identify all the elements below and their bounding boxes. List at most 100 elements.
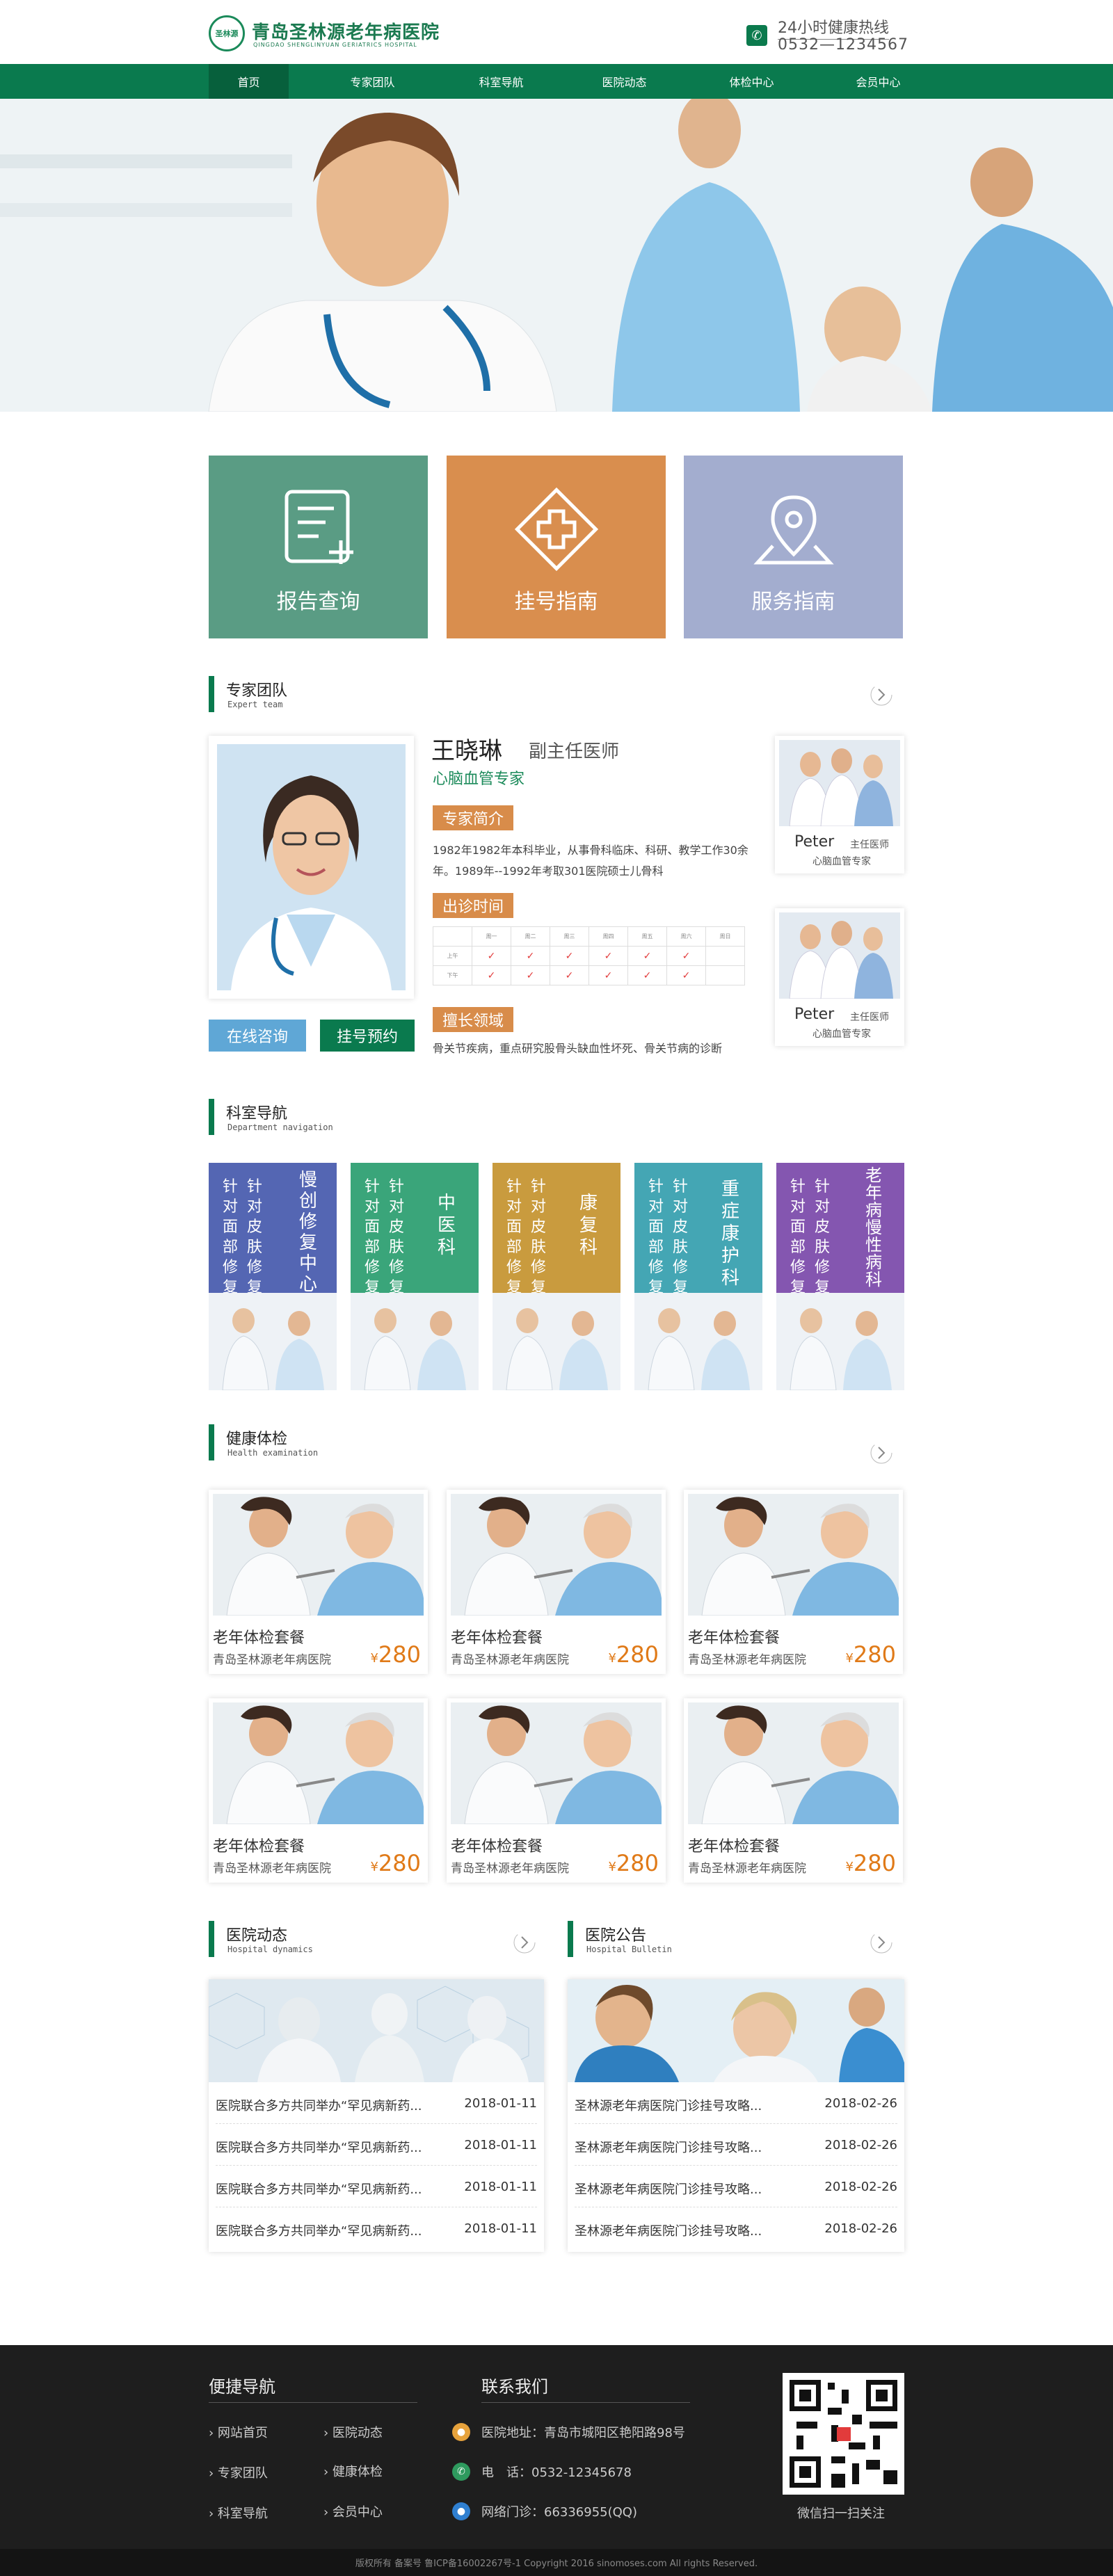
footer-contact-title: 联系我们 [481, 2377, 548, 2397]
news-item-title: 医院联合多方共同举办“罕见病新药... [216, 2182, 422, 2197]
dept-desc: 针对皮肤修复 [815, 1178, 831, 1296]
package-photo [688, 1494, 899, 1616]
dept-card[interactable]: 针对面部修复 针对皮肤修复 中医科 [351, 1163, 479, 1390]
qq-icon: ● [452, 2502, 470, 2520]
package-card[interactable]: 老年体检套餐 青岛圣林源老年病医院 ¥280 [684, 1490, 903, 1674]
nav-item-checkup[interactable]: 体检中心 [712, 64, 792, 99]
bulletin-item[interactable]: 圣林源老年病医院门诊挂号攻略... 2018-02-26 [575, 2082, 897, 2124]
footer-link[interactable]: › 专家团队 [209, 2463, 268, 2481]
schedule-day: 周三 [550, 926, 589, 947]
package-photo [451, 1494, 662, 1616]
package-photo [688, 1702, 899, 1824]
report-query-card[interactable]: 报告查询 [209, 456, 428, 638]
package-card[interactable]: 老年体检套餐 青岛圣林源老年病医院 ¥280 [447, 1490, 666, 1674]
site-title[interactable]: 青岛圣林源老年病医院 [252, 18, 440, 44]
site-header: 圣林源 青岛圣林源老年病医院 QINGDAO SHENGLINYUAN GERI… [0, 0, 1113, 64]
dynamics-subtitle: Hospital dynamics [227, 1945, 313, 1954]
schedule-mark: ✓ [472, 946, 511, 966]
dept-card[interactable]: 针对面部修复 针对皮肤修复 康复科 [493, 1163, 620, 1390]
news-item[interactable]: 医院联合多方共同举办“罕见病新药... 2018-01-11 [216, 2207, 537, 2249]
schedule-mark: ✓ [550, 946, 589, 966]
bulletin-title: 医院公告 [585, 1927, 647, 1945]
phone-icon: ✆ [452, 2463, 470, 2481]
more-arrow-icon[interactable] [513, 1931, 536, 1954]
more-arrow-icon[interactable] [870, 1931, 893, 1954]
footer-link[interactable]: › 会员中心 [323, 2502, 383, 2520]
dept-card[interactable]: 针对面部修复 针对皮肤修复 重症康护科 [634, 1163, 762, 1390]
dept-photo [493, 1293, 620, 1390]
footer-link[interactable]: › 健康体检 [323, 2462, 383, 2480]
dept-desc: 针对皮肤修复 [673, 1178, 689, 1296]
news-item[interactable]: 医院联合多方共同举办“罕见病新药... 2018-01-11 [216, 2124, 537, 2166]
dept-card[interactable]: 针对面部修复 针对皮肤修复 慢创修复中心 [209, 1163, 337, 1390]
side-doctor-rank: 主任医师 [850, 839, 889, 851]
news-item-date: 2018-01-11 [464, 2180, 537, 2194]
dept-name: 中医科 [438, 1193, 456, 1258]
nav-item-experts[interactable]: 专家团队 [333, 64, 413, 99]
package-price-value: 280 [853, 1850, 896, 1876]
dept-card[interactable]: 针对面部修复 针对皮肤修复 老年病慢性病科 [776, 1163, 904, 1390]
schedule-day: 周四 [588, 926, 628, 947]
footer-quick-title: 便捷导航 [209, 2377, 275, 2397]
footer-link[interactable]: › 网站首页 [209, 2423, 268, 2441]
package-card[interactable]: 老年体检套餐 青岛圣林源老年病医院 ¥280 [209, 1698, 428, 1883]
bulletin-item-title: 圣林源老年病医院门诊挂号攻略... [575, 2141, 762, 2155]
more-arrow-icon[interactable] [870, 1441, 893, 1465]
consult-button[interactable]: 在线咨询 [209, 1020, 306, 1052]
schedule-day: 周日 [705, 926, 745, 947]
footer-link-label: 专家团队 [217, 2466, 268, 2481]
dynamics-title: 医院动态 [226, 1927, 288, 1945]
nav-item-home[interactable]: 首页 [209, 64, 289, 99]
logo-icon[interactable]: 圣林源 [209, 15, 245, 51]
news-item[interactable]: 医院联合多方共同举办“罕见病新药... 2018-01-11 [216, 2166, 537, 2207]
package-card[interactable]: 老年体检套餐 青岛圣林源老年病医院 ¥280 [447, 1698, 666, 1883]
bulletin-item-date: 2018-02-26 [824, 2180, 897, 2194]
location-icon: ● [452, 2423, 470, 2441]
dept-name: 重症康护科 [721, 1179, 740, 1289]
news-item[interactable]: 医院联合多方共同举办“罕见病新药... 2018-01-11 [216, 2082, 537, 2124]
hero-banner[interactable] [0, 99, 1113, 412]
service-guide-card[interactable]: 服务指南 [684, 456, 903, 638]
footer-link-label: 网站首页 [217, 2426, 268, 2440]
news-item-date: 2018-01-11 [464, 2096, 537, 2111]
location-pin-icon [753, 495, 834, 565]
side-doctor-card[interactable]: Peter 主任医师 心脑血管专家 [775, 908, 904, 1046]
field-tag: 擅长领域 [433, 1007, 514, 1032]
nav-item-departments[interactable]: 科室导航 [461, 64, 541, 99]
health-section-subtitle: Health examination [227, 1448, 319, 1458]
schedule-mark [705, 965, 745, 985]
package-card[interactable]: 老年体检套餐 青岛圣林源老年病医院 ¥280 [684, 1698, 903, 1883]
package-currency: ¥ [608, 1651, 616, 1666]
bulletin-item[interactable]: 圣林源老年病医院门诊挂号攻略... 2018-02-26 [575, 2166, 897, 2207]
package-price: ¥280 [608, 1641, 659, 1668]
dept-card-header: 针对面部修复 针对皮肤修复 康复科 [493, 1163, 620, 1296]
nav-item-member[interactable]: 会员中心 [838, 64, 918, 99]
side-doctor-name: Peter [794, 833, 835, 851]
package-card[interactable]: 老年体检套餐 青岛圣林源老年病医院 ¥280 [209, 1490, 428, 1674]
side-doctor-card[interactable]: Peter 主任医师 心脑血管专家 [775, 736, 904, 874]
expert-field: 骨关节疾病，重点研究股骨头缺血性坏死、骨关节病的诊断 [433, 1042, 723, 1055]
dept-desc: 针对面部修复 [223, 1178, 239, 1296]
bulletin-item[interactable]: 圣林源老年病医院门诊挂号攻略... 2018-02-26 [575, 2124, 897, 2166]
footer-link[interactable]: › 医院动态 [323, 2423, 383, 2441]
schedule-day: 周六 [666, 926, 706, 947]
footer-link[interactable]: › 科室导航 [209, 2504, 268, 2522]
bulletin-photo[interactable] [568, 1979, 904, 2082]
registration-guide-card[interactable]: 挂号指南 [447, 456, 666, 638]
package-title: 老年体检套餐 [688, 1629, 780, 1647]
dynamics-photo[interactable] [209, 1979, 544, 2082]
package-price-value: 280 [616, 1850, 659, 1876]
dept-section-title: 科室导航 [226, 1105, 288, 1122]
bulletin-item[interactable]: 圣林源老年病医院门诊挂号攻略... 2018-02-26 [575, 2207, 897, 2249]
nav-item-news[interactable]: 医院动态 [584, 64, 664, 99]
expert-photo-card[interactable] [209, 736, 414, 999]
qr-caption: 微信扫一扫关注 [797, 2506, 885, 2521]
site-footer: 便捷导航 › 网站首页 › 医院动态 › 专家团队 › 健康体检 › 科室导航 … [0, 2345, 1113, 2576]
package-title: 老年体检套餐 [213, 1838, 305, 1855]
expert-photo [217, 744, 406, 990]
dynamics-box: 医院联合多方共同举办“罕见病新药... 2018-01-11 医院联合多方共同举办… [209, 1979, 544, 2252]
more-arrow-icon[interactable] [870, 683, 893, 707]
expert-name: 王晓琳 [431, 737, 502, 765]
footer-link-label: 会员中心 [332, 2505, 383, 2520]
book-button[interactable]: 挂号预约 [320, 1020, 415, 1052]
